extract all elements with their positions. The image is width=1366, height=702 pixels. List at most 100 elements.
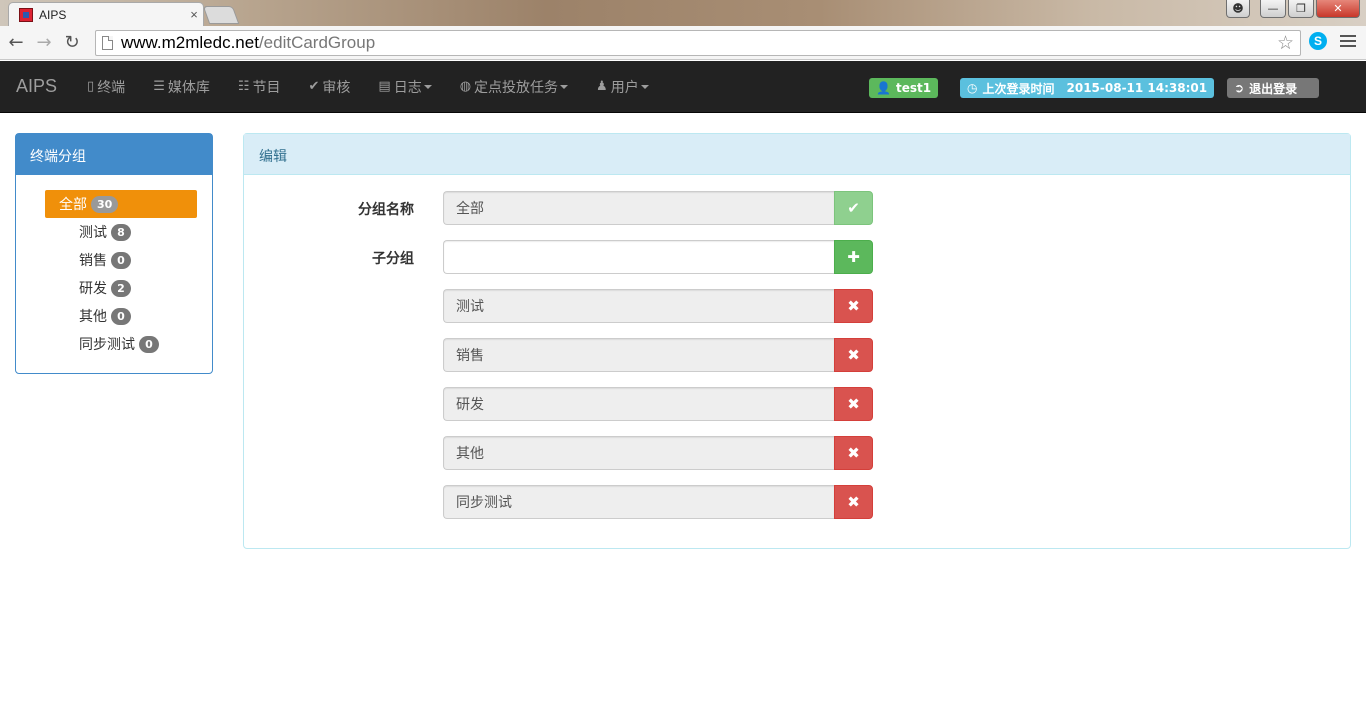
browser-menu-icon[interactable] [1340,33,1356,49]
group-item-all[interactable]: 全部 30 [45,190,197,218]
group-label: 测试 [79,225,107,241]
subgroup-input-group: ✚ [443,240,873,274]
clock-icon: ◷ [967,81,978,95]
caret-down-icon [560,84,569,89]
profile-icon[interactable]: ☻ [1226,0,1250,18]
delete-subgroup-button[interactable]: ✖ [834,338,873,372]
group-count-badge: 0 [111,307,131,325]
delete-subgroup-button[interactable]: ✖ [834,485,873,519]
nav-item-0[interactable]: ▯ 终端 [73,61,139,113]
page-icon [102,36,113,50]
last-login-time: 2015-08-11 14:38:01 [1066,81,1208,95]
group-name-field[interactable] [443,191,834,225]
delete-subgroup-button[interactable]: ✖ [834,289,873,323]
group-label: 其他 [79,309,107,325]
group-name-row: 分组名称 ✔ [244,191,904,225]
group-count-badge: 2 [111,279,131,297]
current-user-badge[interactable]: 👤 test1 [869,78,939,98]
group-item[interactable]: 销售 0 [16,246,212,274]
terminal-group-panel: 终端分组 全部 30 测试 8 销售 0 研发 2 其他 0 同步测试 0 [15,133,213,374]
subgroup-name-field[interactable] [443,485,834,519]
reload-icon[interactable]: ↻ [60,31,84,55]
nav-item-3[interactable]: ✔ 审核 [295,61,365,113]
username: test1 [895,81,932,95]
terminal-group-title: 终端分组 [16,134,212,175]
file-icon: ▤ [378,79,391,94]
group-label: 全部 [59,197,87,213]
group-item[interactable]: 其他 0 [16,302,212,330]
plus-icon: ✚ [847,248,860,266]
group-tree: 全部 30 测试 8 销售 0 研发 2 其他 0 同步测试 0 [16,175,212,358]
url-path: /editCardGroup [258,33,376,52]
nav-item-label: 终端 [97,79,126,96]
delete-subgroup-button[interactable]: ✖ [834,436,873,470]
subgroup-name-field[interactable] [443,338,834,372]
new-subgroup-field[interactable] [443,240,834,274]
browser-tab[interactable]: AIPS × [8,2,204,26]
subgroup-input-group: ✖ [443,289,873,323]
nav-item-4[interactable]: ▤ 日志 [364,61,445,113]
nav-item-label: 媒体库 [167,79,210,96]
tab-close-icon[interactable]: × [185,7,203,22]
subgroup-item-row: ✖ [244,387,904,421]
nav-item-6[interactable]: ♟ 用户 [582,61,663,113]
subgroup-input-group: ✖ [443,338,873,372]
subgroup-name-field[interactable] [443,289,834,323]
browser-toolbar: ← → ↻ www.m2mledc.net/editCardGroup ☆ S [0,26,1366,60]
caret-down-icon [640,84,649,89]
group-label: 销售 [79,253,107,269]
subgroup-item-row: ✖ [244,338,904,372]
list-alt-icon: ☷ [237,79,250,94]
nav-item-1[interactable]: ☰ 媒体库 [139,61,224,113]
group-name-label: 分组名称 [358,202,414,218]
subgroup-label: 子分组 [372,251,414,267]
subgroup-row: 子分组 ✚ [244,240,904,274]
forward-arrow-icon[interactable]: → [32,31,56,55]
nav-item-label: 审核 [322,79,351,96]
address-bar[interactable]: www.m2mledc.net/editCardGroup ☆ [95,30,1301,56]
remove-icon: ✖ [847,346,860,364]
nav-item-label: 日志 [393,79,422,96]
check-icon: ✔ [847,199,860,217]
window-titlebar: AIPS × ☻ — ❐ ✕ [0,0,1366,26]
globe-icon: ◍ [459,79,472,94]
last-login-label: 上次登录时间 [982,81,1055,96]
delete-subgroup-button[interactable]: ✖ [834,387,873,421]
subgroup-input-group: ✖ [443,485,873,519]
edit-panel-title: 编辑 [244,134,1350,175]
group-item[interactable]: 测试 8 [16,218,212,246]
group-name-input-group: ✔ [443,191,873,225]
group-label: 同步测试 [79,337,135,353]
minimize-icon[interactable]: — [1260,0,1286,18]
remove-icon: ✖ [847,395,860,413]
last-login-badge: ◷ 上次登录时间 2015-08-11 14:38:01 [960,78,1215,98]
group-label: 研发 [79,281,107,297]
site-favicon-icon [19,7,33,22]
new-tab-button[interactable] [202,6,240,24]
restore-icon[interactable]: ❐ [1288,0,1314,18]
user-icon: 👤 [876,81,891,95]
window-close-icon[interactable]: ✕ [1316,0,1360,18]
add-subgroup-button[interactable]: ✚ [834,240,873,274]
logout-label: 退出登录 [1249,81,1298,96]
skype-extension-icon[interactable]: S [1309,32,1327,50]
confirm-name-button[interactable]: ✔ [834,191,873,225]
subgroup-item-row: ✖ [244,485,904,519]
remove-icon: ✖ [847,493,860,511]
list-icon: ☰ [153,79,165,94]
nav-item-5[interactable]: ◍ 定点投放任务 [446,61,582,113]
subgroup-name-field[interactable] [443,436,834,470]
caret-down-icon [423,84,432,89]
subgroup-name-field[interactable] [443,387,834,421]
group-count-badge: 30 [91,195,119,213]
group-item[interactable]: 研发 2 [16,274,212,302]
nav-item-2[interactable]: ☷ 节目 [224,61,295,113]
back-arrow-icon[interactable]: ← [4,31,28,55]
brand-logo[interactable]: AIPS [16,76,57,97]
remove-icon: ✖ [847,444,860,462]
logout-icon: ➲ [1234,81,1245,95]
logout-button[interactable]: ➲ 退出登录 [1227,78,1319,98]
star-icon[interactable]: ☆ [1277,32,1294,54]
group-item[interactable]: 同步测试 0 [16,330,212,358]
group-count-badge: 8 [111,223,131,241]
